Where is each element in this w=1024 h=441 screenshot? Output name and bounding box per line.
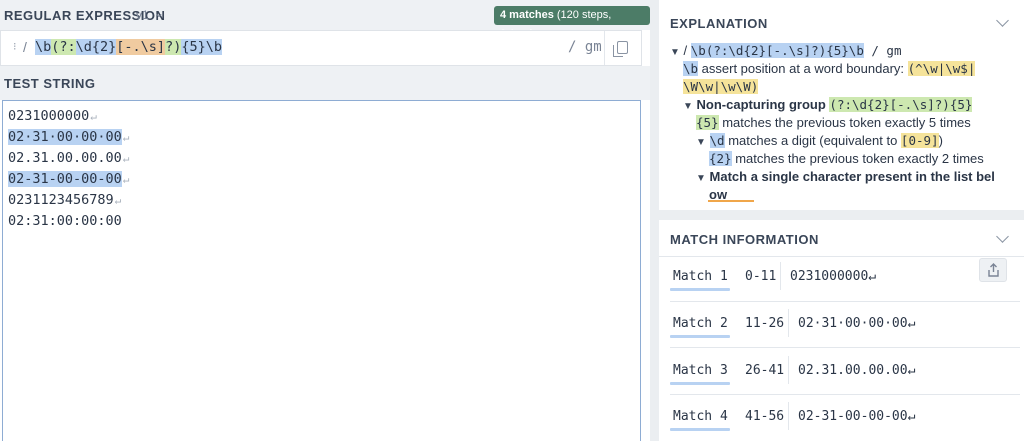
- match-label-underline: [670, 382, 730, 385]
- token-group-open: (?:: [51, 39, 76, 55]
- newline-icon: ↵: [122, 152, 130, 165]
- token-quantifier: {5}: [181, 39, 206, 55]
- match-row[interactable]: Match 3 26-41 02.31.00.00.00↵: [659, 350, 1024, 396]
- match-count: 4 matches: [500, 9, 554, 21]
- match-range: 0-11: [745, 269, 777, 284]
- explanation-quant2: {2} matches the previous token exactly 2…: [709, 151, 984, 166]
- test-line: 02·31·00·00·00↵: [8, 128, 129, 147]
- divider: [780, 262, 781, 290]
- explanation-word-boundary-cont: \W\w|\w\W): [683, 79, 759, 94]
- regex-input[interactable]: \b(?:\d{2}[-.\s]?){5}\b: [35, 39, 222, 55]
- regex-input-box[interactable]: ⁝ / \b(?:\d{2}[-.\s]?){5}\b / gm: [0, 30, 642, 66]
- char-class-underline: [708, 200, 754, 202]
- match-information-panel: MATCH INFORMATION Match 1 0-11 023100000…: [659, 220, 1024, 441]
- regex-delimiter-open: /: [23, 39, 27, 55]
- divider: [788, 402, 789, 430]
- match-label: Match 3: [673, 363, 728, 378]
- divider: [670, 301, 1020, 302]
- chevron-down-icon[interactable]: [996, 14, 1009, 27]
- match-range: 41-56: [745, 409, 785, 424]
- newline-icon: ↵: [122, 131, 130, 144]
- match-row[interactable]: Match 4 41-56 02-31-00-00-00↵: [659, 396, 1024, 441]
- triangle-down-icon[interactable]: ▼: [670, 47, 680, 58]
- test-string-header: TEST STRING: [0, 66, 650, 100]
- match-value: 02-31-00-00-00↵: [798, 409, 916, 424]
- match-count-badge: 4 matches (120 steps, 0.1ms): [494, 6, 650, 40]
- chevron-down-icon[interactable]: ⌄: [154, 6, 164, 20]
- match-label: Match 2: [673, 316, 728, 331]
- test-line: 02:31:00:00:00: [8, 213, 122, 229]
- test-line: 02-31-00-00-00↵: [8, 170, 129, 189]
- match-label: Match 4: [673, 409, 728, 424]
- explanation-digit: ▼ \d matches a digit (equivalent to [0-9…: [696, 133, 943, 148]
- chevron-down-icon[interactable]: [996, 230, 1009, 243]
- match-row[interactable]: Match 2 11-26 02·31·00·00·00↵: [659, 303, 1024, 349]
- match-highlight: 02·31·00·00·00: [8, 129, 122, 145]
- token-group-close: ?): [165, 39, 182, 55]
- match-label-underline: [670, 335, 730, 338]
- divider: [788, 309, 789, 337]
- divider: [788, 356, 789, 384]
- token-word-boundary-end: \b: [205, 39, 222, 55]
- triangle-down-icon[interactable]: ▼: [696, 137, 706, 148]
- explanation-title: EXPLANATION: [670, 16, 768, 31]
- explanation-word-boundary: \b assert position at a word boundary: (…: [683, 61, 976, 76]
- match-range: 11-26: [745, 316, 785, 331]
- regex-header: REGULAR EXPRESSION v1 ⌄ 4 matches (120 s…: [0, 0, 650, 40]
- match-highlight: 02-31-00-00-00: [8, 171, 122, 187]
- explanation-group: ▼ Non-capturing group (?:\d{2}[-.\s]?){5…: [683, 97, 973, 112]
- newline-icon: ↵: [114, 194, 122, 207]
- copy-icon[interactable]: [613, 41, 628, 57]
- regex-editor-pane: REGULAR EXPRESSION v1 ⌄ 4 matches (120 s…: [0, 0, 650, 441]
- match-row[interactable]: Match 1 0-11 0231000000↵: [659, 256, 1024, 302]
- test-line: 0231123456789↵: [8, 192, 122, 208]
- token-char-class: [-.\s]: [116, 39, 166, 55]
- match-label-underline: [670, 288, 730, 291]
- newline-icon: ↵: [90, 110, 97, 123]
- triangle-down-icon[interactable]: ▼: [683, 101, 693, 112]
- explanation-panel: EXPLANATION ▼ / \b(?:\d{2}[-.\s]?){5}\b …: [659, 0, 1024, 210]
- token-word-boundary: \b: [35, 39, 52, 55]
- divider: [604, 31, 605, 65]
- match-label-underline: [670, 428, 730, 431]
- explanation-quant5: {5} matches the previous token exactly 5…: [696, 115, 971, 130]
- regex-version-selector[interactable]: v1: [136, 8, 149, 22]
- test-line: 02.31.00.00.00↵: [8, 150, 130, 166]
- root-regex: \b(?:\d{2}[-.\s]?){5}\b: [690, 43, 864, 58]
- match-range: 26-41: [745, 363, 785, 378]
- match-info-title: MATCH INFORMATION: [670, 232, 819, 247]
- newline-icon: ↵: [122, 173, 130, 186]
- drag-handle-icon[interactable]: ⁝: [13, 40, 17, 53]
- divider: [670, 347, 1020, 348]
- explanation-char-class: ▼ Match a single character present in th…: [696, 169, 995, 184]
- token-digit: \d{2}: [75, 39, 117, 55]
- explanation-root: ▼ / \b(?:\d{2}[-.\s]?){5}\b / gm: [670, 43, 902, 58]
- match-value: 0231000000↵: [790, 269, 877, 284]
- test-string-editor[interactable]: 0231000000↵ 02·31·00·00·00↵ 02.31.00.00.…: [2, 100, 641, 441]
- triangle-down-icon[interactable]: ▼: [696, 173, 706, 184]
- match-value: 02.31.00.00.00↵: [798, 363, 916, 378]
- match-label: Match 1: [673, 269, 728, 284]
- divider: [670, 394, 1020, 395]
- test-line: 0231000000↵: [8, 108, 97, 124]
- match-value: 02·31·00·00·00↵: [798, 316, 916, 331]
- test-section-title: TEST STRING: [4, 76, 96, 91]
- regex-flags[interactable]: / gm: [568, 39, 602, 55]
